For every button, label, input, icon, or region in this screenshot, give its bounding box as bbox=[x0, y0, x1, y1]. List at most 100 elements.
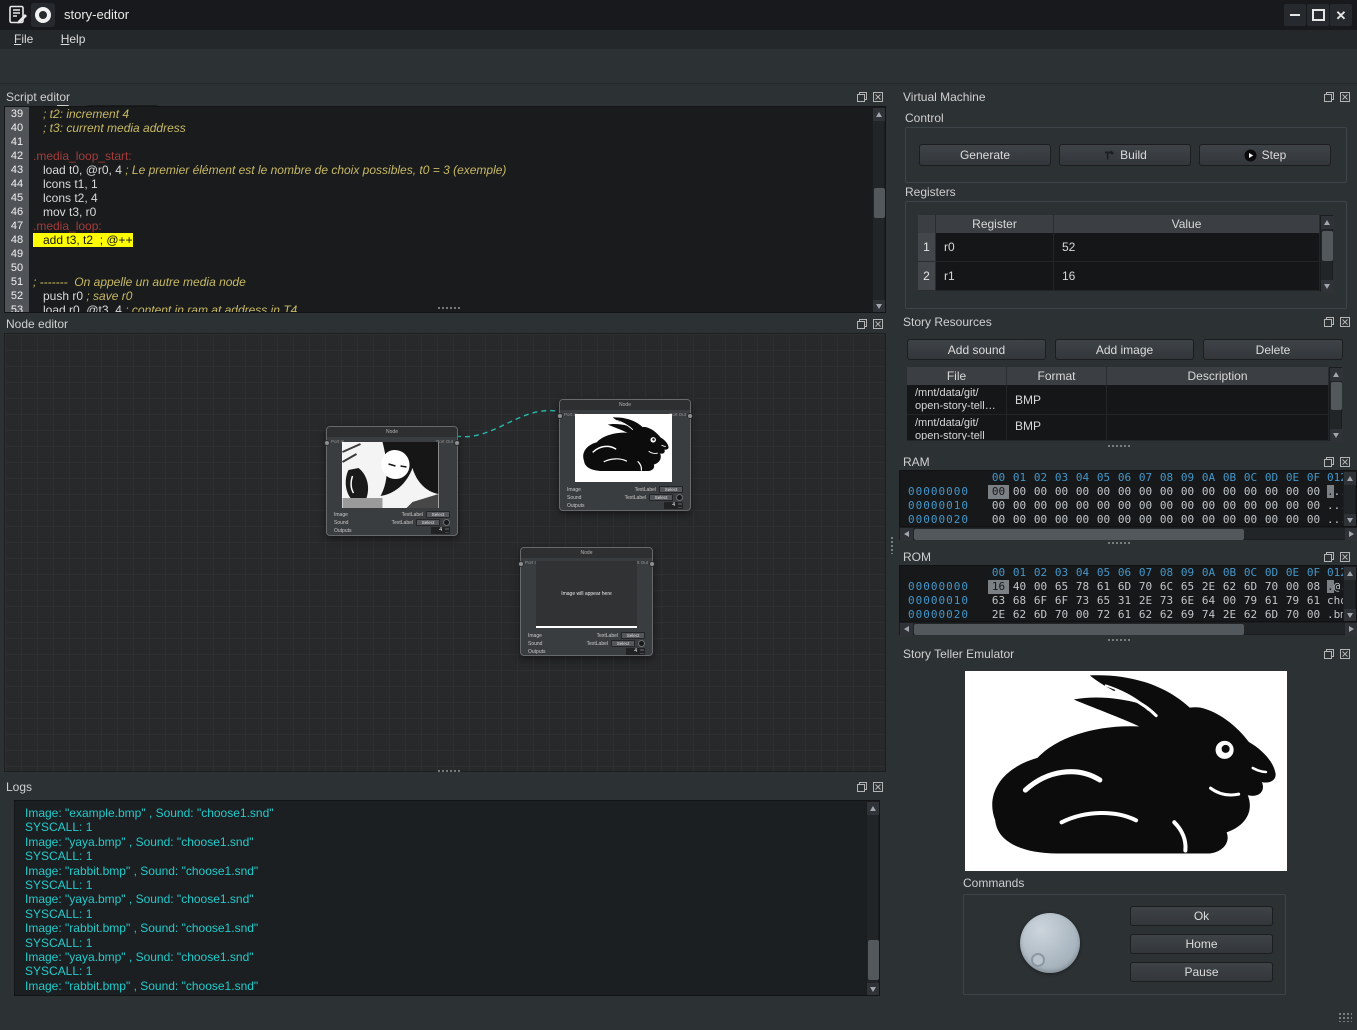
hex-byte[interactable]: 00 bbox=[1093, 513, 1114, 527]
spin-arrows[interactable] bbox=[444, 527, 450, 534]
hex-byte[interactable]: 00 bbox=[1072, 608, 1093, 622]
hex-byte[interactable]: 62 bbox=[1009, 608, 1030, 622]
outputs-spinbox[interactable]: 4 bbox=[626, 648, 639, 655]
scroll-left-arrow[interactable] bbox=[900, 623, 913, 636]
build-button[interactable]: Build bbox=[1059, 144, 1191, 166]
hex-byte[interactable]: 00 bbox=[1177, 513, 1198, 527]
resource-row[interactable]: /mnt/data/git/open-story-tell BMP bbox=[907, 415, 1329, 441]
scroll-down-arrow[interactable] bbox=[1344, 609, 1357, 622]
hex-byte[interactable]: 00 bbox=[1114, 485, 1135, 499]
ram-vscrollbar[interactable] bbox=[1343, 471, 1356, 526]
hex-byte[interactable]: 61 bbox=[1093, 580, 1114, 594]
port-in-connector[interactable] bbox=[557, 413, 563, 419]
media-node-1[interactable]: Node Port In Port Out Image TextLabel Se… bbox=[326, 426, 458, 536]
delete-button[interactable]: Delete bbox=[1203, 339, 1343, 360]
hex-byte[interactable]: 00 bbox=[1051, 485, 1072, 499]
scroll-thumb[interactable] bbox=[874, 188, 885, 218]
hex-byte[interactable]: 16 bbox=[988, 580, 1009, 594]
hex-byte[interactable]: 00 bbox=[1135, 513, 1156, 527]
resource-row[interactable]: /mnt/data/git/open-story-tell… BMP bbox=[907, 385, 1329, 415]
float-dock-icon[interactable] bbox=[856, 318, 868, 330]
play-sound-button[interactable] bbox=[638, 640, 645, 647]
hex-byte[interactable]: 00 bbox=[1240, 499, 1261, 513]
hex-byte[interactable]: 72 bbox=[1093, 608, 1114, 622]
hex-byte[interactable]: 00 bbox=[1198, 499, 1219, 513]
float-dock-icon[interactable] bbox=[1323, 91, 1335, 103]
hex-byte[interactable]: 2E bbox=[1135, 594, 1156, 608]
hex-byte[interactable]: 61 bbox=[1114, 608, 1135, 622]
hex-byte[interactable]: 64 bbox=[1198, 594, 1219, 608]
hex-byte[interactable]: 70 bbox=[1282, 608, 1303, 622]
hex-byte[interactable]: 6D bbox=[1114, 580, 1135, 594]
hex-byte[interactable]: 62 bbox=[1156, 608, 1177, 622]
hex-byte[interactable]: 2E bbox=[988, 608, 1009, 622]
hex-byte[interactable]: 2E bbox=[1219, 608, 1240, 622]
scroll-down-arrow[interactable] bbox=[867, 983, 880, 996]
hex-byte[interactable]: 79 bbox=[1282, 594, 1303, 608]
hex-byte[interactable]: 74 bbox=[1198, 608, 1219, 622]
hex-byte[interactable]: 00 bbox=[1303, 499, 1324, 513]
hex-byte[interactable]: 00 bbox=[1072, 485, 1093, 499]
hex-byte[interactable]: 65 bbox=[1051, 580, 1072, 594]
hex-byte[interactable]: 68 bbox=[1009, 594, 1030, 608]
close-dock-icon[interactable] bbox=[872, 781, 884, 793]
hex-byte[interactable]: 00 bbox=[1219, 499, 1240, 513]
scroll-thumb[interactable] bbox=[914, 624, 1244, 635]
hex-byte[interactable]: 00 bbox=[1009, 499, 1030, 513]
hex-byte[interactable]: 00 bbox=[1030, 580, 1051, 594]
scroll-up-arrow[interactable] bbox=[1344, 567, 1357, 580]
hex-byte[interactable]: 62 bbox=[1240, 608, 1261, 622]
step-button[interactable]: Step bbox=[1199, 144, 1331, 166]
port-out-connector[interactable] bbox=[687, 413, 693, 419]
scroll-up-arrow[interactable] bbox=[1330, 368, 1343, 381]
float-dock-icon[interactable] bbox=[1323, 316, 1335, 328]
scroll-up-arrow[interactable] bbox=[1321, 216, 1334, 229]
hex-byte[interactable]: 6E bbox=[1177, 594, 1198, 608]
port-out-connector[interactable] bbox=[454, 440, 460, 446]
ram-hex-view[interactable]: 000102030405060708090A0B0C0D0E0F01200000… bbox=[899, 470, 1357, 527]
hex-byte[interactable]: 79 bbox=[1240, 594, 1261, 608]
spin-arrows[interactable] bbox=[639, 648, 645, 655]
add-sound-button[interactable]: Add sound bbox=[907, 339, 1046, 360]
scroll-thumb[interactable] bbox=[1331, 382, 1342, 410]
rom-hscrollbar[interactable] bbox=[899, 622, 1357, 635]
hex-byte[interactable]: 70 bbox=[1051, 608, 1072, 622]
hex-byte[interactable]: 70 bbox=[1135, 580, 1156, 594]
select-sound-button[interactable]: Select bbox=[416, 519, 440, 526]
hex-byte[interactable]: 00 bbox=[1072, 499, 1093, 513]
hex-byte[interactable]: 00 bbox=[988, 513, 1009, 527]
port-out-connector[interactable] bbox=[649, 561, 655, 567]
hex-byte[interactable]: 00 bbox=[1156, 499, 1177, 513]
hex-byte[interactable]: 6C bbox=[1156, 580, 1177, 594]
close-dock-icon[interactable] bbox=[1339, 91, 1351, 103]
hex-byte[interactable]: 00 bbox=[1030, 499, 1051, 513]
hex-byte[interactable]: 00 bbox=[1240, 513, 1261, 527]
ram-hscrollbar[interactable] bbox=[899, 527, 1357, 540]
hex-byte[interactable]: 2E bbox=[1198, 580, 1219, 594]
port-in-connector[interactable] bbox=[518, 561, 524, 567]
float-dock-icon[interactable] bbox=[1323, 456, 1335, 468]
vertical-splitter-handle[interactable] bbox=[890, 536, 895, 554]
scroll-left-arrow[interactable] bbox=[900, 528, 913, 541]
play-sound-button[interactable] bbox=[443, 519, 450, 526]
scroll-right-arrow[interactable] bbox=[1345, 528, 1357, 541]
splitter-handle[interactable] bbox=[437, 769, 461, 774]
float-dock-icon[interactable] bbox=[856, 91, 868, 103]
media-node-2[interactable]: Node Port In Port Out Image TextLabel Se… bbox=[559, 399, 691, 511]
select-image-button[interactable]: Select bbox=[621, 632, 645, 639]
hex-byte[interactable]: 31 bbox=[1114, 594, 1135, 608]
outputs-spinbox[interactable]: 4 bbox=[664, 502, 677, 509]
pause-button[interactable]: Pause bbox=[1130, 962, 1273, 982]
hex-byte[interactable]: 6D bbox=[1240, 580, 1261, 594]
hex-byte[interactable]: 00 bbox=[988, 499, 1009, 513]
select-sound-button[interactable]: Select bbox=[611, 640, 635, 647]
hex-byte[interactable]: 00 bbox=[1303, 513, 1324, 527]
add-image-button[interactable]: Add image bbox=[1055, 339, 1194, 360]
hex-byte[interactable]: 00 bbox=[1261, 499, 1282, 513]
float-dock-icon[interactable] bbox=[1323, 648, 1335, 660]
splitter-handle[interactable] bbox=[1107, 541, 1131, 546]
hex-byte[interactable]: 78 bbox=[1072, 580, 1093, 594]
close-button[interactable]: ✕ bbox=[1330, 4, 1352, 26]
menu-help[interactable]: Help bbox=[61, 30, 86, 49]
hex-byte[interactable]: 00 bbox=[1177, 499, 1198, 513]
